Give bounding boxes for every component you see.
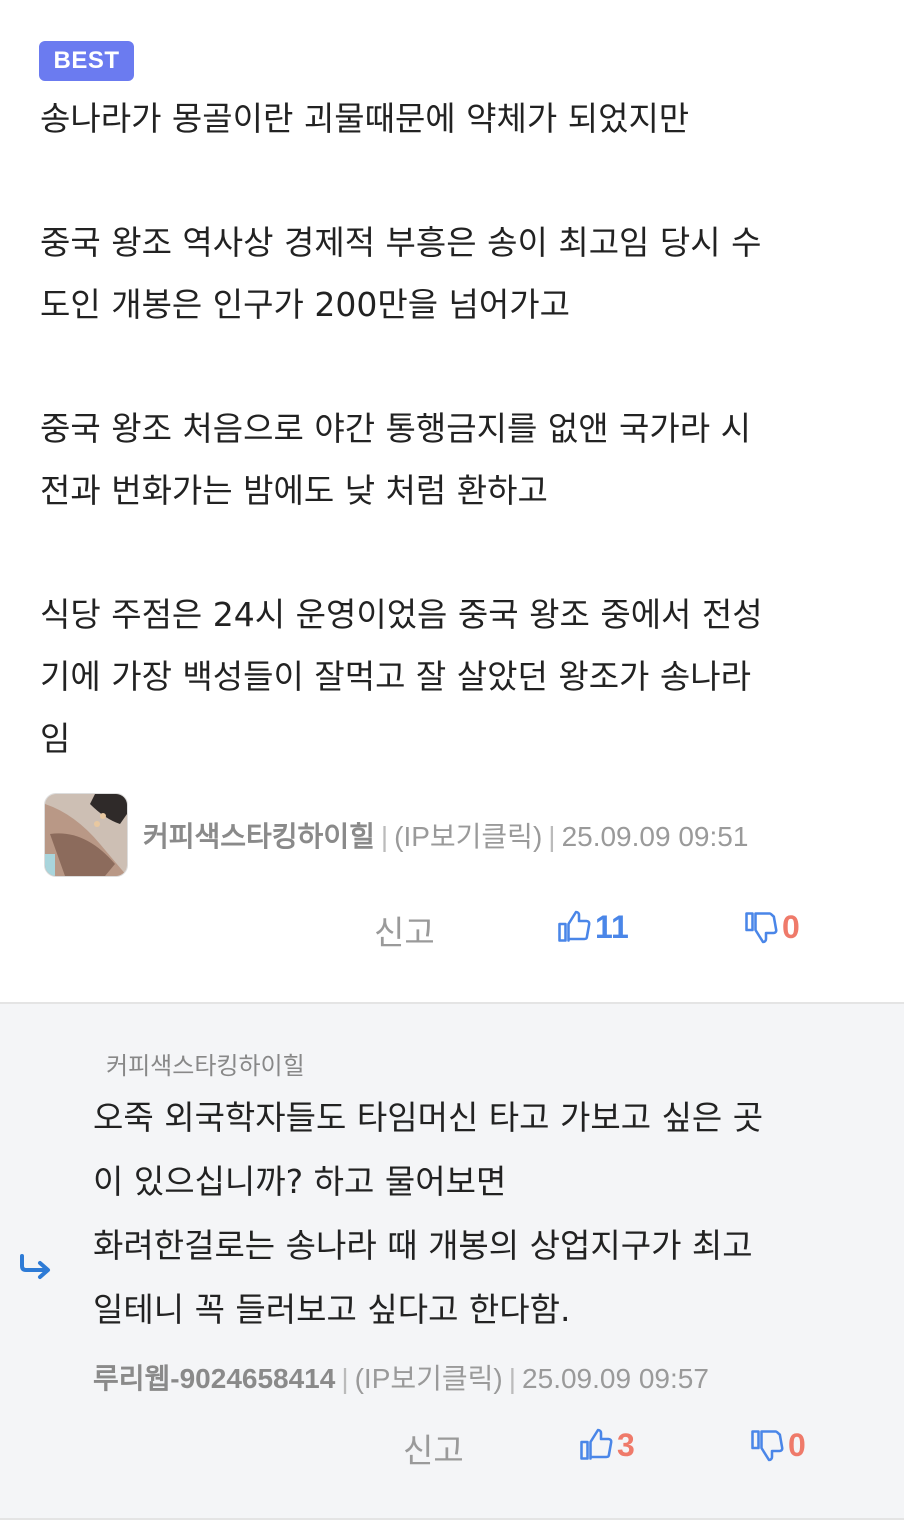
reply-comment: 커피색스타킹하이힐 오죽 외국학자들도 타임머신 타고 가보고 싶은 곳 이 있… [0, 1004, 904, 1518]
upvote-count: 3 [617, 1426, 635, 1463]
report-button[interactable]: 신고 [403, 1424, 464, 1472]
thumbs-down-icon [751, 1430, 784, 1462]
avatar[interactable] [44, 793, 128, 877]
downvote-count: 0 [788, 1426, 806, 1463]
timestamp: 25.09.09 09:51 [561, 821, 749, 852]
comment-meta: 커피색스타킹하이힐 | (IP보기클릭) | 25.09.09 09:51 [143, 821, 749, 852]
comment-line: 중국 왕조 역사상 경제적 부흥은 송이 최고임 당시 수 [40, 223, 762, 262]
comment-line: 전과 번화가는 밤에도 낮 처럼 환하고 [40, 471, 548, 510]
thumbs-down-icon [745, 912, 778, 944]
reply-line: 이 있으십니까? 하고 물어보면 [93, 1162, 507, 1201]
reply-line: 일테니 꼭 들러보고 싶다고 한다함. [93, 1290, 571, 1329]
timestamp: 25.09.09 09:57 [522, 1363, 709, 1394]
ip-link[interactable]: (IP보기클릭) [355, 1363, 503, 1394]
comment-line: 도인 개봉은 인구가 200만을 넘어가고 [40, 285, 570, 324]
author-name[interactable]: 커피색스타킹하이힐 [143, 821, 375, 852]
ip-link[interactable]: (IP보기클릭) [394, 821, 542, 852]
upvote-button[interactable]: 3 [577, 1426, 635, 1464]
thumbs-up-icon [558, 910, 591, 942]
report-button[interactable]: 신고 [374, 906, 435, 954]
comment-line: 기에 가장 백성들이 잘먹고 잘 살았던 왕조가 송나라 [40, 657, 751, 696]
comment-line: 송나라가 몽골이란 괴물때문에 약체가 되었지만 [40, 99, 690, 138]
downvote-button[interactable]: 0 [742, 908, 800, 946]
downvote-count: 0 [782, 908, 800, 945]
reply-line: 오죽 외국학자들도 타임머신 타고 가보고 싶은 곳 [93, 1098, 764, 1137]
upvote-button[interactable]: 11 [555, 908, 629, 946]
reply-to-author[interactable]: 커피색스타킹하이힐 [106, 1046, 305, 1081]
comment-body: 송나라가 몽골이란 괴물때문에 약체가 되었지만 중국 왕조 역사상 경제적 부… [40, 88, 880, 770]
downvote-button[interactable]: 0 [748, 1426, 806, 1464]
reply-body: 오죽 외국학자들도 타임머신 타고 가보고 싶은 곳 이 있으십니까? 하고 물… [93, 1086, 883, 1342]
upvote-count: 11 [595, 908, 629, 945]
comment-line: 식당 주점은 24시 운영이었음 중국 왕조 중에서 전성 [40, 595, 763, 634]
reply-meta: 루리웹-9024658414 | (IP보기클릭) | 25.09.09 09:57 [93, 1363, 709, 1394]
comment-line: 중국 왕조 처음으로 야간 통행금지를 없앤 국가라 시 [40, 409, 751, 448]
best-comment: BEST 송나라가 몽골이란 괴물때문에 약체가 되었지만 중국 왕조 역사상 … [0, 0, 904, 1002]
author-name[interactable]: 루리웹-9024658414 [93, 1363, 335, 1394]
reply-line: 화려한걸로는 송나라 때 개봉의 상업지구가 최고 [93, 1226, 753, 1265]
best-badge: BEST [39, 41, 134, 81]
reply-arrow-icon [20, 1254, 50, 1279]
comment-line: 임 [40, 719, 71, 758]
thumbs-up-icon [580, 1428, 613, 1460]
